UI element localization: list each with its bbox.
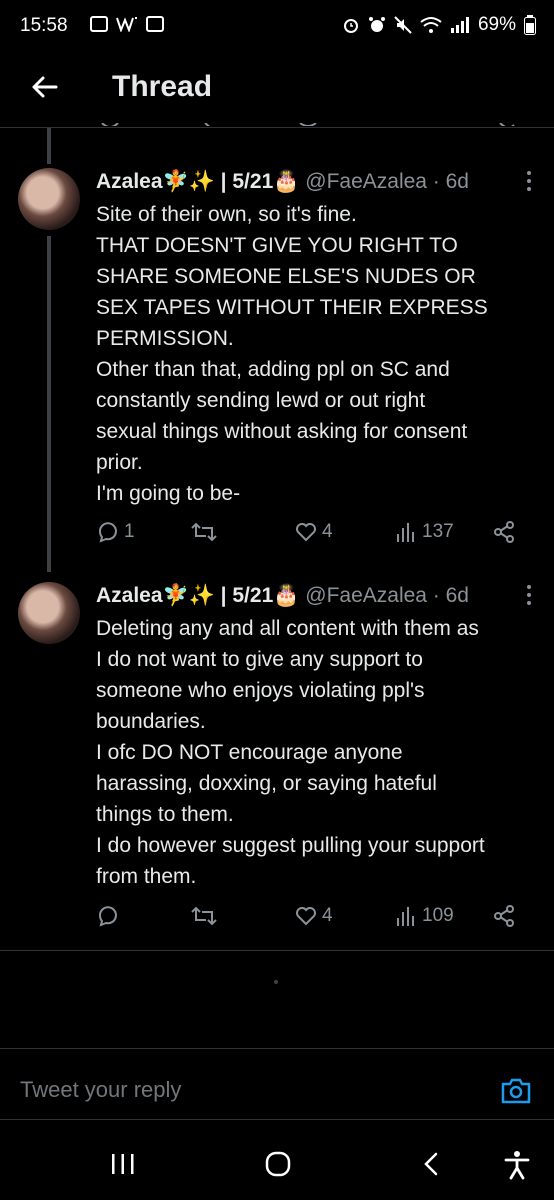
handle-and-time: @FaeAzalea · 6d — [305, 170, 469, 193]
share-icon — [494, 905, 514, 927]
tweet-header: Azalea🧚✨ | 5/21🎂 @FaeAzalea · 6d — [96, 584, 469, 608]
tweet-line: I do not want to give any support to — [96, 648, 423, 671]
tweet-text: Site of their own, so it's fine. THAT DO… — [96, 199, 546, 509]
like-button[interactable]: 4 — [294, 520, 333, 544]
back-arrow-icon[interactable] — [28, 70, 62, 104]
display-name[interactable]: Azalea🧚✨ | 5/21🎂 — [96, 584, 299, 607]
avatar[interactable] — [18, 582, 80, 644]
tweet-line: Site of their own, so it's fine. — [96, 203, 357, 226]
tweet-line: someone who enjoys violating ppl's — [96, 679, 425, 702]
share-button[interactable] — [492, 520, 516, 544]
tweet-actions: 4 109 — [96, 904, 526, 934]
retweet-button[interactable] — [190, 904, 222, 928]
tweet-line: I ofc DO NOT encourage anyone — [96, 741, 403, 764]
battery-icon — [524, 15, 536, 35]
status-time: 15:58 — [20, 15, 68, 36]
retweet-icon — [191, 522, 217, 542]
page-title: Thread — [112, 70, 213, 103]
like-count: 4 — [322, 521, 333, 542]
like-icon — [296, 907, 316, 926]
back-icon[interactable] — [420, 1150, 444, 1178]
more-icon[interactable] — [526, 170, 532, 192]
tweet-line: I'm going to be- — [96, 482, 241, 505]
loading-indicator — [274, 980, 278, 984]
reply-button[interactable] — [96, 904, 124, 928]
reply-icon — [98, 906, 117, 927]
system-icons: 69% — [342, 14, 536, 36]
thread-end-divider — [0, 950, 554, 951]
reply-button[interactable]: 1 — [96, 520, 135, 544]
reply-icon — [98, 522, 117, 543]
thread-line-top — [47, 128, 51, 164]
tweet-line: THAT DOESN'T GIVE YOU RIGHT TO — [96, 234, 458, 257]
reply-count: 1 — [124, 521, 135, 542]
voicemail-icon — [146, 16, 164, 32]
thread-line — [47, 236, 51, 572]
tweet-line: prior. — [96, 451, 143, 474]
tweet-line: I do however suggest pulling your suppor… — [96, 834, 485, 857]
status-bar: 15:58 69% — [0, 0, 554, 52]
more-icon[interactable] — [526, 584, 532, 606]
share-icon — [494, 521, 514, 543]
mute-icon — [394, 16, 412, 34]
battery-text: 69% — [477, 14, 516, 35]
notification-icons — [90, 16, 164, 32]
tweet-line: sexual things without asking for consent — [96, 420, 468, 443]
tweet-line: Other than that, adding ppl on SC and — [96, 358, 450, 381]
tweet-line: PERMISSION. — [96, 327, 234, 350]
reply-input[interactable]: Tweet your reply — [20, 1077, 181, 1103]
views-count: 109 — [422, 905, 454, 926]
signal-icon — [450, 17, 469, 33]
accessibility-icon[interactable] — [504, 1150, 530, 1180]
alarm-clock-icon — [368, 17, 385, 32]
handle-and-time: @FaeAzalea · 6d — [305, 584, 469, 607]
avatar[interactable] — [18, 168, 80, 230]
views-button[interactable]: 137 — [394, 520, 454, 544]
retweet-icon — [191, 906, 217, 926]
views-icon — [397, 523, 414, 542]
alarm-icon — [343, 19, 358, 33]
like-count: 4 — [322, 905, 333, 926]
like-button[interactable]: 4 — [294, 904, 333, 928]
thread-header: Thread — [0, 52, 554, 124]
share-button[interactable] — [492, 904, 516, 928]
display-name[interactable]: Azalea🧚✨ | 5/21🎂 — [96, 170, 299, 193]
wifi-icon — [420, 17, 442, 33]
home-icon[interactable] — [264, 1150, 292, 1178]
tweet-line: SEX TAPES WITHOUT THEIR EXPRESS — [96, 296, 488, 319]
header-divider — [0, 127, 554, 128]
w-app-icon — [116, 17, 137, 32]
views-count: 137 — [422, 521, 454, 542]
tweet-line: SHARE SOMEONE ELSE'S NUDES OR — [96, 265, 476, 288]
views-icon — [397, 907, 414, 926]
views-button[interactable]: 109 — [394, 904, 454, 928]
camera-icon[interactable] — [500, 1075, 532, 1107]
tweet-line: boundaries. — [96, 710, 206, 733]
tweet-actions: 1 4 137 — [96, 520, 526, 550]
gallery-icon — [90, 16, 108, 32]
like-icon — [296, 523, 316, 542]
reply-composer[interactable]: Tweet your reply — [0, 1048, 554, 1120]
recents-icon[interactable] — [110, 1150, 136, 1178]
tweet-line: Deleting any and all content with them a… — [96, 617, 479, 640]
tweet-line: constantly sending lewd or out right — [96, 389, 426, 412]
retweet-button[interactable] — [190, 520, 222, 544]
tweet-line: harassing, doxxing, or saying hateful — [96, 772, 437, 795]
system-navigation-bar — [0, 1130, 554, 1200]
previous-tweet-actions-partial — [100, 118, 520, 126]
tweet-line: from them. — [96, 865, 197, 888]
tweet-header: Azalea🧚✨ | 5/21🎂 @FaeAzalea · 6d — [96, 170, 469, 194]
tweet-line: things to them. — [96, 803, 234, 826]
tweet-text: Deleting any and all content with them a… — [96, 613, 546, 892]
